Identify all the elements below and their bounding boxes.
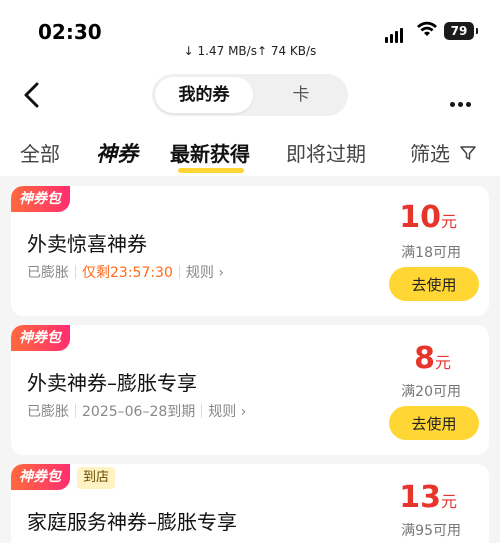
use-coupon-button[interactable]: 去使用	[389, 406, 479, 440]
coupon-badge: 神券包	[11, 325, 70, 351]
coupon-title: 外卖惊喜神券	[27, 232, 147, 256]
coupon-condition: 满95可用	[401, 523, 461, 539]
coupon-rule-link[interactable]: 规则 ›	[186, 265, 224, 281]
coupon-badge: 神券包	[11, 186, 70, 212]
segment-cards[interactable]: 卡	[257, 77, 345, 113]
coupon-card[interactable]: 神券包 到店 家庭服务神券–膨胀专享 13元 满95可用	[11, 464, 489, 543]
more-icon[interactable]	[450, 92, 474, 111]
tab-filter[interactable]: 筛选	[410, 138, 450, 167]
signal-icon	[385, 24, 405, 43]
coupon-title: 家庭服务神券–膨胀专享	[27, 510, 237, 534]
coupon-card[interactable]: 神券包 外卖神券–膨胀专享 已膨胀 2025–06–28到期 规则 › 8元 满20…	[11, 325, 489, 455]
tab-latest[interactable]: 最新获得	[170, 138, 250, 167]
coupon-meta: 已膨胀 仅剩23:57:30 规则 ›	[27, 262, 224, 282]
use-coupon-button[interactable]: 去使用	[389, 267, 479, 301]
coupon-card[interactable]: 神券包 外卖惊喜神券 已膨胀 仅剩23:57:30 规则 › 10元 满18可用 去…	[11, 186, 489, 316]
status-time: 02:30	[38, 20, 102, 44]
active-tab-indicator	[178, 168, 244, 173]
store-tag: 到店	[77, 467, 116, 489]
tab-shenquan[interactable]: 神券	[96, 138, 138, 168]
funnel-icon[interactable]	[459, 144, 477, 162]
coupon-rule-link[interactable]: 规则 ›	[208, 404, 246, 420]
coupon-time-remaining: 仅剩23:57:30	[82, 265, 173, 281]
coupon-condition: 满18可用	[401, 245, 461, 261]
coupon-badge: 神券包	[11, 464, 70, 490]
coupon-condition: 满20可用	[401, 384, 461, 400]
coupon-title: 外卖神券–膨胀专享	[27, 371, 197, 395]
battery-icon: 79	[444, 22, 478, 40]
coupon-amount: 8元	[414, 341, 451, 376]
coupon-status: 已膨胀	[27, 265, 69, 281]
coupon-amount: 13元	[399, 480, 457, 515]
back-arrow-icon[interactable]	[18, 80, 48, 110]
tab-expiring[interactable]: 即将过期	[286, 138, 366, 167]
coupon-expiry: 2025–06–28到期	[82, 404, 196, 420]
coupon-status: 已膨胀	[27, 404, 69, 420]
coupon-amount: 10元	[399, 200, 457, 235]
wifi-icon	[417, 21, 437, 36]
segment-control: 我的券 卡	[152, 74, 348, 116]
coupon-meta: 已膨胀 2025–06–28到期 规则 ›	[27, 401, 246, 421]
segment-my-coupons[interactable]: 我的券	[155, 77, 253, 113]
network-speed: ↓ 1.47 MB/s↑ 74 KB/s	[183, 44, 317, 58]
tab-all[interactable]: 全部	[20, 138, 60, 167]
header: 02:30 ↓ 1.47 MB/s↑ 74 KB/s 79 我的券 卡 全部 神…	[0, 0, 500, 176]
